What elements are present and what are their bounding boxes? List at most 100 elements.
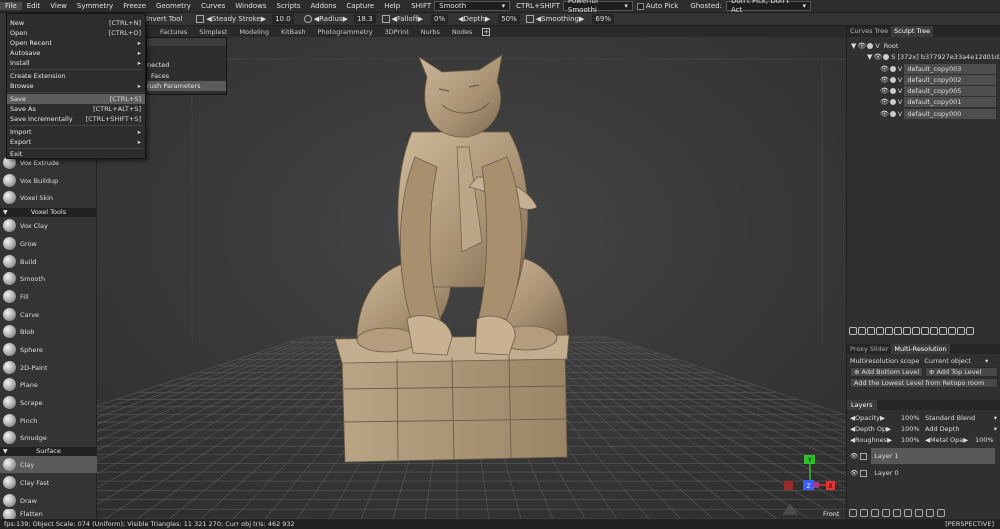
eye-icon[interactable]: 👁: [880, 65, 889, 73]
merge-icon[interactable]: [894, 327, 902, 335]
shift-brush-select[interactable]: Smooth ▾: [434, 1, 511, 11]
merge-layer-icon[interactable]: [871, 509, 879, 517]
eye-icon[interactable]: 👁: [873, 53, 882, 61]
roughness-slider[interactable]: ◀Roughnes▶: [850, 435, 892, 445]
tab-multi-resolution[interactable]: Multi-Resolution: [891, 344, 950, 354]
add-lowest-level-button[interactable]: Add the Lowest Level from Retopo room: [850, 378, 998, 388]
menu-scripts[interactable]: Scripts: [272, 2, 306, 10]
tool-voxel-skin[interactable]: Voxel Skin: [0, 189, 97, 206]
depth-control[interactable]: ◀ Depth ▶: [458, 15, 490, 23]
tab-kitbash[interactable]: KitBash: [275, 28, 312, 36]
duplicate-layer-icon[interactable]: [860, 509, 868, 517]
file-menu-create-extension[interactable]: Create Extension: [7, 71, 145, 81]
depth-op-slider[interactable]: ◀Depth Op▶: [850, 424, 891, 434]
tab-nodes[interactable]: Nodes: [446, 28, 478, 36]
menu-windows[interactable]: Windows: [230, 2, 271, 10]
menu-file[interactable]: File: [0, 2, 22, 10]
menu-freeze[interactable]: Freeze: [118, 2, 151, 10]
tool-pinch[interactable]: Pinch: [0, 412, 97, 429]
metal-opacity-value[interactable]: 100%: [975, 435, 994, 445]
tool-fill[interactable]: Fill: [0, 288, 97, 305]
visibility-dot-icon[interactable]: [889, 88, 896, 94]
ghosted-select[interactable]: Don't Pick, Don't Act ▾: [725, 0, 811, 14]
tab-simplest[interactable]: Simplest: [193, 28, 233, 36]
tool-smudge[interactable]: Smudge: [0, 429, 97, 446]
opacity-slider[interactable]: ◀Opacity▶: [850, 413, 885, 423]
settings-icon[interactable]: [957, 327, 965, 335]
section-voxel-tools[interactable]: ▼ Voxel Tools: [0, 208, 97, 217]
tool-grow[interactable]: Grow: [0, 235, 97, 252]
tree-group-row[interactable]: ▼ 👁 S [372x] b377927e33a4e12d01d3: [867, 52, 1000, 62]
falloff-control[interactable]: ◀ Falloff ▶: [381, 15, 423, 23]
tree-item-row[interactable]: 👁 Vdefault_copy002: [880, 75, 997, 85]
depth-mode-select[interactable]: Add Depth ▾: [925, 424, 997, 434]
steady-stroke-value[interactable]: 10.0: [272, 14, 294, 24]
eye-icon[interactable]: 👁: [880, 110, 889, 118]
layer-row[interactable]: 👁 Layer 1: [850, 448, 998, 464]
tool-flatten[interactable]: Flatten: [0, 509, 97, 519]
tool-vox-clay[interactable]: Vox Clay: [0, 217, 97, 234]
tool-2d-paint[interactable]: 2D-Paint: [0, 359, 97, 376]
file-menu-open-recent[interactable]: Open Recent ▸: [7, 38, 145, 48]
smoothing-control[interactable]: ◀ Smoothing ▶: [525, 15, 584, 23]
tree-item-row[interactable]: 👁 Vdefault_copy001: [880, 97, 997, 107]
tab-factures[interactable]: Factures: [154, 28, 193, 36]
visibility-dot-icon[interactable]: [867, 43, 874, 49]
tab-modeling[interactable]: Modeling: [233, 28, 275, 36]
tab-nurbs[interactable]: Nurbs: [415, 28, 446, 36]
move-up-icon[interactable]: [904, 509, 912, 517]
tab-curves-tree[interactable]: Curves Tree: [847, 26, 891, 37]
eye-icon[interactable]: 👁: [850, 452, 858, 460]
folder-icon[interactable]: [882, 509, 890, 517]
boolean-icon[interactable]: [903, 327, 911, 335]
steady-stroke-toggle[interactable]: ◀ Steady Stroke ▶: [196, 15, 266, 23]
layer-lock-icon[interactable]: [860, 452, 868, 460]
file-menu-install[interactable]: Install ▸: [7, 58, 145, 68]
file-menu-new[interactable]: New [CTRL+N]: [7, 18, 145, 28]
visibility-dot-icon[interactable]: [889, 111, 896, 117]
copy-icon[interactable]: [912, 327, 920, 335]
eye-icon[interactable]: 👁: [880, 98, 889, 106]
menu-symmetry[interactable]: Symmetry: [72, 2, 118, 10]
depth-value[interactable]: 50%: [498, 14, 520, 24]
eye-icon[interactable]: 👁: [850, 469, 858, 477]
file-menu-exit[interactable]: Exit: [7, 149, 145, 159]
layer-row[interactable]: 👁 Layer 0: [850, 465, 998, 481]
visibility-dot-icon[interactable]: [889, 99, 896, 105]
menu-curves[interactable]: Curves: [196, 2, 230, 10]
blend-mode-select[interactable]: Standard Blend ▾: [925, 413, 997, 423]
submenu-item[interactable]: Faces: [147, 71, 226, 81]
file-menu-save-incrementally[interactable]: Save Incrementally [CTRL+SHIFT+S]: [7, 114, 145, 124]
menu-help[interactable]: Help: [379, 2, 405, 10]
mirror-icon[interactable]: [939, 327, 947, 335]
tool-smooth[interactable]: Smooth: [0, 270, 97, 287]
add-tab-icon[interactable]: +: [482, 27, 491, 36]
mask-icon[interactable]: [893, 509, 901, 517]
submenu-item[interactable]: rush Parameters: [147, 81, 226, 91]
tool-clay[interactable]: Clay: [0, 456, 97, 473]
invert-tool-toggle[interactable]: Invert Tool: [146, 15, 182, 23]
collapse-triangle-icon[interactable]: ▼: [851, 42, 856, 50]
file-icon[interactable]: [930, 327, 938, 335]
metal-opacity-slider[interactable]: ◀Metal Opa▶: [925, 435, 968, 445]
group-icon[interactable]: [876, 327, 884, 335]
tool-carve[interactable]: Carve: [0, 306, 97, 323]
tab-sculpt-tree[interactable]: Sculpt Tree: [891, 26, 934, 37]
tool-plane[interactable]: Plane: [0, 376, 97, 393]
retopo-icon[interactable]: [948, 327, 956, 335]
new-layer-icon[interactable]: [849, 509, 857, 517]
smoothing-value[interactable]: 69%: [592, 14, 614, 24]
folder-icon[interactable]: [921, 327, 929, 335]
menu-addons[interactable]: Addons: [305, 2, 341, 10]
tree-item-row[interactable]: 👁 Vdefault_copy003: [880, 64, 997, 74]
add-top-level-button[interactable]: ⊕ Add Top Level: [925, 367, 998, 377]
tool-scrape[interactable]: Scrape: [0, 394, 97, 411]
add-object-icon[interactable]: [849, 327, 857, 335]
eye-icon[interactable]: 👁: [857, 42, 866, 50]
view-projection-label[interactable]: Front: [823, 510, 839, 518]
tree-root-row[interactable]: ▼ 👁 V Root: [851, 41, 898, 51]
file-menu-export[interactable]: Export ▸: [7, 137, 145, 147]
file-menu-save[interactable]: Save [CTRL+S]: [7, 94, 145, 104]
tab-3dprint[interactable]: 3DPrint: [379, 28, 415, 36]
depth-op-value[interactable]: 100%: [901, 424, 920, 434]
